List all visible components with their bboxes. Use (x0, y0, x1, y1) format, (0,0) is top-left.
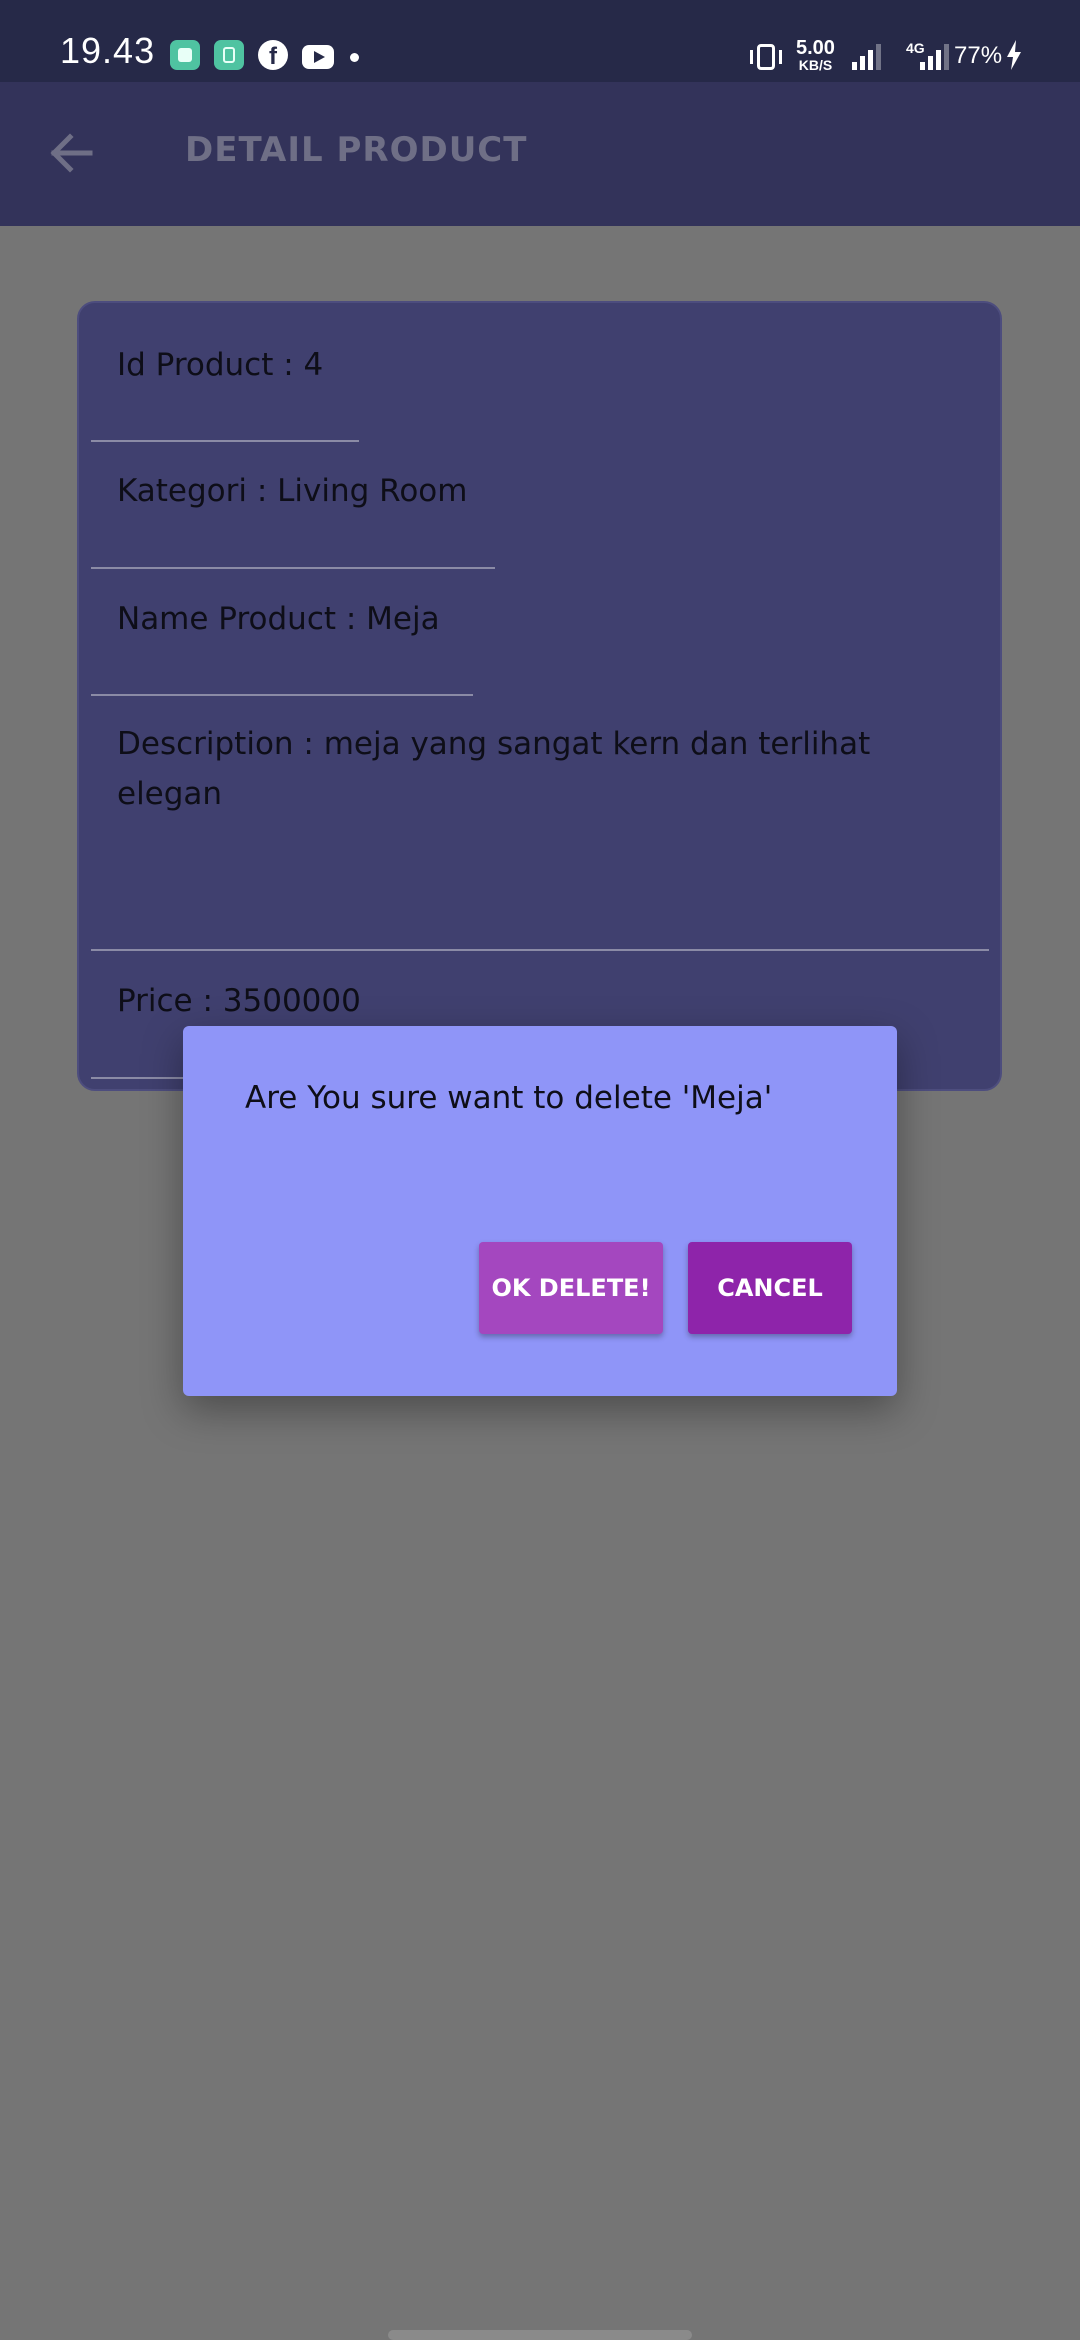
page-title: DETAIL PRODUCT (185, 130, 528, 170)
facebook-icon: f (258, 40, 288, 70)
divider (91, 567, 495, 569)
battery-level: 77% (954, 42, 1003, 69)
home-indicator[interactable] (388, 2330, 692, 2340)
product-category: Kategori : Living Room (117, 473, 468, 509)
app-notification-icon (214, 40, 244, 70)
status-bar: 19.43 f 5.00 KB/S 4G 77% (0, 0, 1080, 82)
delete-confirm-dialog: Are You sure want to delete 'Meja' OK DE… (183, 1026, 897, 1396)
product-price: Price : 3500000 (117, 983, 361, 1019)
cancel-button[interactable]: CANCEL (688, 1242, 852, 1334)
product-name: Name Product : Meja (117, 601, 440, 637)
product-description: Description : meja yang sangat kern dan … (117, 726, 871, 812)
ok-delete-button[interactable]: OK DELETE! (479, 1242, 663, 1334)
youtube-icon (302, 45, 334, 69)
divider (91, 949, 989, 951)
app-notification-icon (170, 40, 200, 70)
charging-icon (1007, 40, 1021, 70)
divider (91, 694, 473, 696)
signal-icon (920, 40, 950, 70)
product-detail-card: Id Product : 4 Kategori : Living Room Na… (77, 301, 1002, 1091)
dialog-message: Are You sure want to delete 'Meja' (245, 1080, 773, 1116)
product-id: Id Product : 4 (117, 347, 324, 383)
network-speed-value: 5.00 (796, 37, 835, 59)
divider (91, 440, 359, 442)
arrow-left-icon[interactable] (48, 130, 94, 176)
app-bar: DETAIL PRODUCT (0, 82, 1080, 226)
dot-icon (350, 53, 359, 62)
vibrate-icon (750, 44, 782, 70)
network-speed-unit: KB/S (798, 57, 833, 73)
status-time: 19.43 (60, 30, 156, 71)
signal-icon (852, 40, 882, 70)
network-speed: 5.00 KB/S (796, 38, 835, 72)
